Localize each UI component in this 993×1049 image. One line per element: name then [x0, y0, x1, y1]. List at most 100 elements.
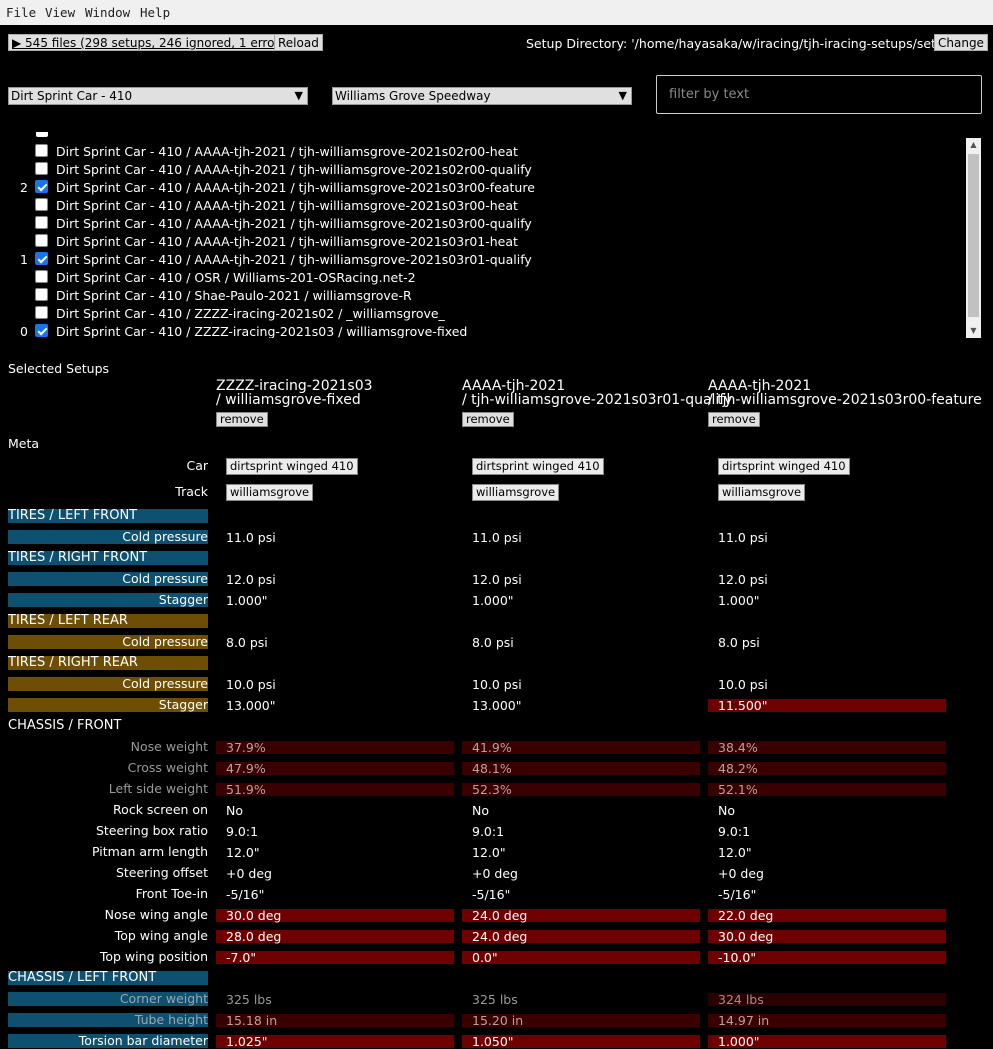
value-cell: -10.0"	[708, 951, 946, 964]
row-label: Cold pressure	[8, 572, 208, 586]
selection-order: 2	[20, 180, 28, 195]
value-cell: 1.000"	[708, 1035, 946, 1048]
value-cell: 51.9%	[216, 783, 454, 796]
list-item[interactable]: Dirt Sprint Car - 410 / AAAA-tjh-2021 / …	[0, 143, 960, 161]
section-header: CHASSIS / LEFT FRONT	[8, 971, 208, 985]
row-label: Nose weight	[130, 739, 208, 754]
row-label: Tube height	[8, 1013, 208, 1027]
value-cell: 12.0"	[472, 845, 506, 860]
value-cell: 11.0 psi	[472, 530, 522, 545]
value-cell: 1.000"	[472, 593, 514, 608]
scroll-up-icon[interactable]: ▲	[966, 138, 981, 152]
value-cell: 9.0:1	[718, 824, 751, 839]
row-label: Stagger	[8, 593, 208, 607]
setup-path: Dirt Sprint Car - 410 / AAAA-tjh-2021 / …	[56, 216, 532, 231]
files-summary-button[interactable]: ▶ 545 files (298 setups, 246 ignored, 1 …	[8, 34, 295, 51]
track-select[interactable]: Williams Grove Speedway ▼	[332, 87, 632, 105]
menu-help[interactable]: Help	[140, 5, 170, 20]
setup-checkbox[interactable]	[35, 270, 48, 283]
section-header: TIRES / LEFT REAR	[8, 614, 208, 628]
list-item[interactable]: Dirt Sprint Car - 410 / AAAA-tjh-2021 / …	[0, 233, 960, 251]
selection-order: 1	[20, 252, 28, 267]
car-select[interactable]: Dirt Sprint Car - 410 ▼	[8, 87, 308, 105]
list-item[interactable]: 1 Dirt Sprint Car - 410 / AAAA-tjh-2021 /…	[0, 251, 960, 269]
dropdown-arrow-icon: ▼	[294, 89, 303, 102]
setup-path: Dirt Sprint Car - 410 / OSR / Williams-2…	[56, 270, 416, 285]
section-header: TIRES / RIGHT REAR	[8, 656, 208, 670]
remove-button[interactable]: remove	[462, 412, 514, 427]
value-cell: 8.0 psi	[718, 635, 760, 650]
row-label: Front Toe-in	[135, 886, 208, 901]
list-item[interactable]: 0 Dirt Sprint Car - 410 / ZZZZ-iracing-20…	[0, 323, 960, 338]
row-label: Pitman arm length	[92, 844, 208, 859]
list-item[interactable]: 2 Dirt Sprint Car - 410 / AAAA-tjh-2021 /…	[0, 179, 960, 197]
value-cell: 10.0 psi	[226, 677, 276, 692]
setup-checkbox[interactable]	[35, 144, 48, 157]
value-cell: 9.0:1	[472, 824, 505, 839]
track-label: Track	[175, 484, 208, 499]
row-label: Corner weight	[8, 992, 208, 1006]
value-cell: 22.0 deg	[708, 909, 946, 922]
list-item[interactable]: Dirt Sprint Car - 410 / Shae-Paulo-2021 …	[0, 287, 960, 305]
menu-window[interactable]: Window	[85, 5, 130, 20]
setup-checkbox[interactable]	[35, 198, 48, 211]
setup-checkbox[interactable]	[35, 324, 48, 337]
value-cell: 325 lbs	[472, 992, 518, 1007]
value-cell: 52.1%	[708, 783, 946, 796]
list-item[interactable]: Dirt Sprint Car - 410 / AAAA-tjh-2021 / …	[0, 161, 960, 179]
value-cell: 15.20 in	[462, 1014, 700, 1027]
setup-checkbox[interactable]	[35, 288, 48, 301]
scroll-thumb[interactable]	[968, 154, 979, 317]
value-cell: 324 lbs	[708, 993, 946, 1006]
setup-path: Dirt Sprint Car - 410 / AAAA-tjh-2021 / …	[56, 162, 532, 177]
value-cell: 8.0 psi	[472, 635, 514, 650]
setup-checkbox[interactable]	[35, 306, 48, 319]
row-label: Top wing angle	[114, 928, 208, 943]
value-cell: 11.500"	[708, 699, 946, 712]
setup-path: Dirt Sprint Car - 410 / Shae-Paulo-2021 …	[56, 288, 412, 303]
row-label: Steering box ratio	[95, 823, 208, 838]
value-cell: 12.0"	[718, 845, 752, 860]
remove-button[interactable]: remove	[216, 412, 268, 427]
reload-button[interactable]: Reload	[274, 34, 323, 51]
setup-path: Dirt Sprint Car - 410 / AAAA-tjh-2021 / …	[56, 252, 532, 267]
partial-checkbox[interactable]	[36, 132, 48, 137]
value-cell: 30.0 deg	[216, 909, 454, 922]
list-item[interactable]: Dirt Sprint Car - 410 / AAAA-tjh-2021 / …	[0, 197, 960, 215]
setup-checkbox[interactable]	[35, 162, 48, 175]
value-cell: -5/16"	[718, 887, 757, 902]
change-button[interactable]: Change	[934, 34, 988, 51]
list-item[interactable]: Dirt Sprint Car - 410 / AAAA-tjh-2021 / …	[0, 215, 960, 233]
row-label: Cold pressure	[8, 530, 208, 544]
value-cell: No	[226, 803, 243, 818]
value-cell: 48.2%	[708, 762, 946, 775]
value-cell: 11.0 psi	[226, 530, 276, 545]
setup-checkbox[interactable]	[35, 234, 48, 247]
menu-file[interactable]: File	[6, 5, 36, 20]
value-cell: 24.0 deg	[462, 909, 700, 922]
remove-button[interactable]: remove	[708, 412, 760, 427]
section-header: TIRES / LEFT FRONT	[8, 509, 208, 523]
value-cell: 9.0:1	[226, 824, 259, 839]
setup-checkbox[interactable]	[35, 252, 48, 265]
value-cell: 1.000"	[718, 593, 760, 608]
value-cell: 48.1%	[462, 762, 700, 775]
scroll-down-icon[interactable]: ▼	[966, 324, 981, 338]
menu-view[interactable]: View	[45, 5, 75, 20]
column-title-line2: / tjh-williamsgrove-2021s03r00-feature	[708, 392, 982, 408]
setup-checkbox[interactable]	[35, 216, 48, 229]
row-label: Torsion bar diameter	[8, 1034, 208, 1048]
value-cell: 0.0"	[462, 951, 700, 964]
column-title-line2: / williamsgrove-fixed	[216, 392, 361, 408]
file-list-scrollbar[interactable]: ▲ ▼	[966, 138, 981, 338]
list-item[interactable]: Dirt Sprint Car - 410 / ZZZZ-iracing-202…	[0, 305, 960, 323]
list-item[interactable]: Dirt Sprint Car - 410 / OSR / Williams-2…	[0, 269, 960, 287]
setup-checkbox[interactable]	[35, 180, 48, 193]
value-cell: 14.97 in	[708, 1014, 946, 1027]
value-cell: 325 lbs	[226, 992, 272, 1007]
car-tag: dirtsprint winged 410	[472, 458, 604, 475]
filter-input[interactable]	[656, 75, 982, 114]
track-select-value: Williams Grove Speedway	[335, 89, 491, 103]
value-cell: -5/16"	[472, 887, 511, 902]
row-label: Steering offset	[115, 865, 208, 880]
